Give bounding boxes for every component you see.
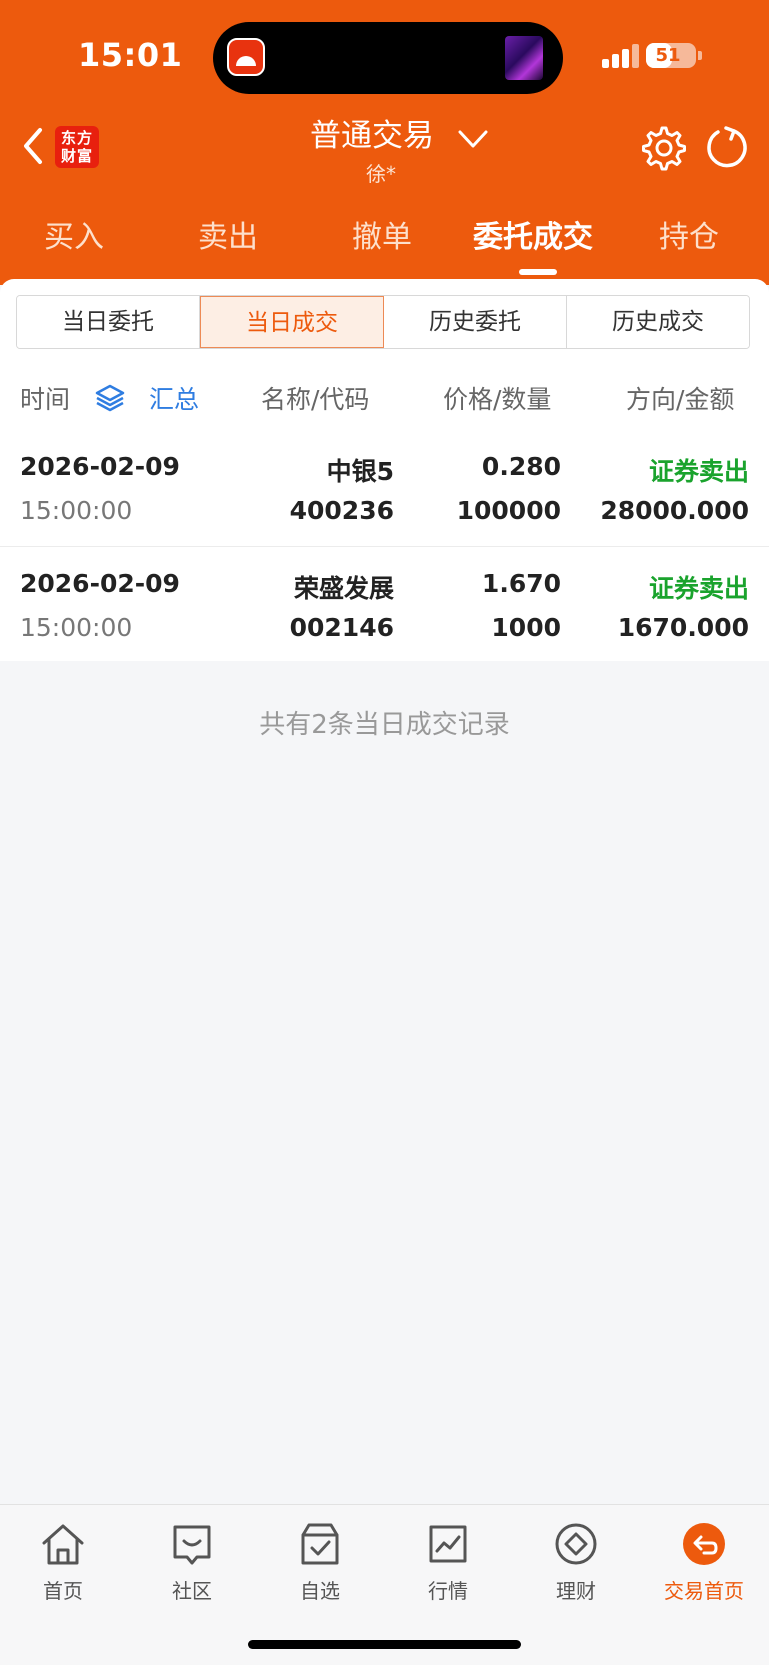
app-header: 15:01 51 东方 财富 普通交易 徐* 买入 卖出 撤单 委托成交 持仓: [0, 0, 769, 285]
status-time: 15:01: [78, 36, 183, 74]
summary-link[interactable]: 汇总: [149, 380, 199, 416]
tab-cancel[interactable]: 撤单: [352, 212, 412, 256]
trade-price: 1.670: [481, 569, 561, 598]
media-artwork: [505, 36, 543, 80]
tab-buy[interactable]: 买入: [44, 212, 104, 256]
diamond-icon: [555, 1523, 597, 1565]
trade-price: 0.280: [481, 452, 561, 481]
column-time: 时间: [20, 385, 71, 414]
account-name: 徐*: [366, 162, 396, 186]
gear-icon[interactable]: [640, 124, 688, 172]
record-count-note: 共有2条当日成交记录: [259, 710, 510, 740]
trade-direction: 证券卖出: [648, 457, 749, 486]
refresh-icon[interactable]: [704, 124, 750, 170]
signal-icon: [602, 44, 640, 68]
nav-wealth[interactable]: 理财: [521, 1519, 631, 1619]
battery-level: 51: [655, 45, 681, 66]
trade-direction: 证券卖出: [648, 574, 749, 603]
page-title[interactable]: 普通交易: [310, 110, 434, 155]
dynamic-island: [213, 22, 563, 94]
nav-community[interactable]: 社区: [137, 1519, 247, 1619]
stock-code: 400236: [289, 496, 394, 525]
subtab-history-trades[interactable]: 历史成交: [567, 296, 749, 348]
trade-amount: 1670.000: [617, 613, 749, 642]
trade-time: 15:00:00: [20, 496, 133, 525]
layers-icon[interactable]: [94, 382, 126, 414]
chat-icon: [173, 1525, 211, 1565]
watchlist-icon: [301, 1523, 339, 1565]
sub-tab-bar: 当日委托 当日成交 历史委托 历史成交: [16, 295, 750, 349]
tab-sell[interactable]: 卖出: [198, 212, 258, 256]
trade-quantity: 1000: [491, 613, 561, 642]
tab-orders-trades[interactable]: 委托成交: [473, 212, 593, 256]
nav-trade-home[interactable]: 交易首页: [649, 1519, 759, 1619]
home-icon: [42, 1524, 84, 1565]
nav-home[interactable]: 首页: [8, 1519, 118, 1619]
chevron-down-icon[interactable]: [456, 128, 490, 150]
nav-watchlist[interactable]: 自选: [265, 1519, 375, 1619]
trade-date: 2026-02-09: [20, 569, 180, 598]
home-indicator: [248, 1640, 521, 1649]
tab-positions[interactable]: 持仓: [659, 212, 719, 256]
trade-amount: 28000.000: [600, 496, 749, 525]
trade-date: 2026-02-09: [20, 452, 180, 481]
brand-logo[interactable]: 东方 财富: [55, 126, 99, 168]
chart-icon: [429, 1525, 467, 1563]
stock-name: 中银5: [326, 457, 394, 486]
column-name-code: 名称/代码: [261, 385, 370, 414]
trade-return-icon: [683, 1523, 725, 1565]
stock-code: 002146: [289, 613, 394, 642]
trade-time: 15:00:00: [20, 613, 133, 642]
subtab-history-orders[interactable]: 历史委托: [384, 296, 567, 348]
tab-indicator: [519, 269, 557, 275]
column-direction-amount: 方向/金额: [626, 385, 735, 414]
nav-market[interactable]: 行情: [393, 1519, 503, 1619]
table-row[interactable]: 2026-02-09 15:00:00 荣盛发展 002146 1.670 10…: [0, 547, 769, 664]
stock-name: 荣盛发展: [293, 574, 394, 603]
back-icon[interactable]: [18, 124, 48, 168]
trade-quantity: 100000: [456, 496, 561, 525]
table-row[interactable]: 2026-02-09 15:00:00 中银5 400236 0.280 100…: [0, 430, 769, 547]
battery-icon: 51: [646, 43, 696, 68]
app-icon: [227, 38, 265, 76]
subtab-today-orders[interactable]: 当日委托: [17, 296, 200, 348]
subtab-today-trades[interactable]: 当日成交: [200, 296, 384, 348]
column-price-qty: 价格/数量: [443, 385, 552, 414]
